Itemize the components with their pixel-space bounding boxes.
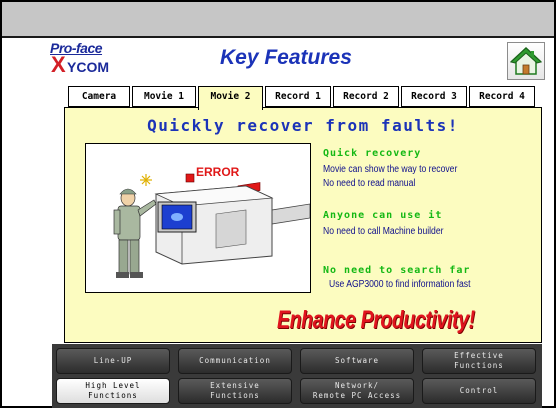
logo-ycom: YCOM [67, 59, 109, 75]
tab-camera[interactable]: Camera [68, 86, 130, 107]
menu-high-level-functions[interactable]: High Level Functions [56, 378, 170, 404]
tab-record-4-label: Record 4 [479, 91, 525, 102]
menu-communication[interactable]: Communication [178, 348, 292, 374]
logo-x: X [51, 52, 66, 77]
tab-record-3[interactable]: Record 3 [401, 86, 467, 107]
menu-extensive-functions[interactable]: Extensive Functions [178, 378, 292, 404]
home-button[interactable] [507, 42, 545, 80]
content-panel: Quickly recover from faults! ERROR Quick… [64, 107, 542, 343]
menu-network-remote-pc-access[interactable]: Network/ Remote PC Access [300, 378, 414, 404]
app-window: Pro-face X YCOM Key Features Camera Movi… [0, 0, 556, 408]
page-title: Key Features [220, 46, 352, 69]
tab-record-1[interactable]: Record 1 [265, 86, 331, 107]
headline: Quickly recover from faults! [147, 116, 459, 135]
menu-software[interactable]: Software [300, 348, 414, 374]
menu-line-up[interactable]: Line-UP [56, 348, 170, 374]
tab-record-4[interactable]: Record 4 [469, 86, 535, 107]
tab-movie-2-label: Movie 2 [210, 91, 251, 102]
tab-record-2-label: Record 2 [343, 91, 389, 102]
error-label: ERROR [196, 165, 240, 179]
title-bar [2, 2, 554, 38]
tagline: Enhance Productivity! [277, 306, 475, 334]
feature-heading-quick-recovery: Quick recovery [323, 148, 422, 159]
tab-record-1-label: Record 1 [275, 91, 321, 102]
tab-camera-label: Camera [81, 91, 117, 102]
feature-line: Use AGP3000 to find information fast [329, 279, 471, 290]
feature-heading-anyone: Anyone can use it [323, 210, 443, 221]
bottom-menu: Line-UP Communication Software Effective… [52, 344, 542, 408]
menu-effective-functions[interactable]: Effective Functions [422, 348, 536, 374]
tab-record-2[interactable]: Record 2 [333, 86, 399, 107]
tab-record-3-label: Record 3 [411, 91, 457, 102]
home-icon [509, 46, 543, 75]
feature-heading-search: No need to search far [323, 265, 471, 276]
tab-movie-1-label: Movie 1 [143, 91, 185, 102]
tab-movie-1[interactable]: Movie 1 [132, 86, 196, 107]
tab-movie-2[interactable]: Movie 2 [198, 86, 263, 110]
company-logo: Pro-face X YCOM [50, 40, 126, 76]
fault-illustration: ERROR [85, 143, 311, 293]
feature-line: No need to read manual [323, 178, 416, 189]
feature-line: No need to call Machine builder [323, 226, 444, 237]
feature-line: Movie can show the way to recover [323, 164, 458, 175]
machine-operator-illustration: ERROR [113, 165, 311, 278]
menu-control[interactable]: Control [422, 378, 536, 404]
